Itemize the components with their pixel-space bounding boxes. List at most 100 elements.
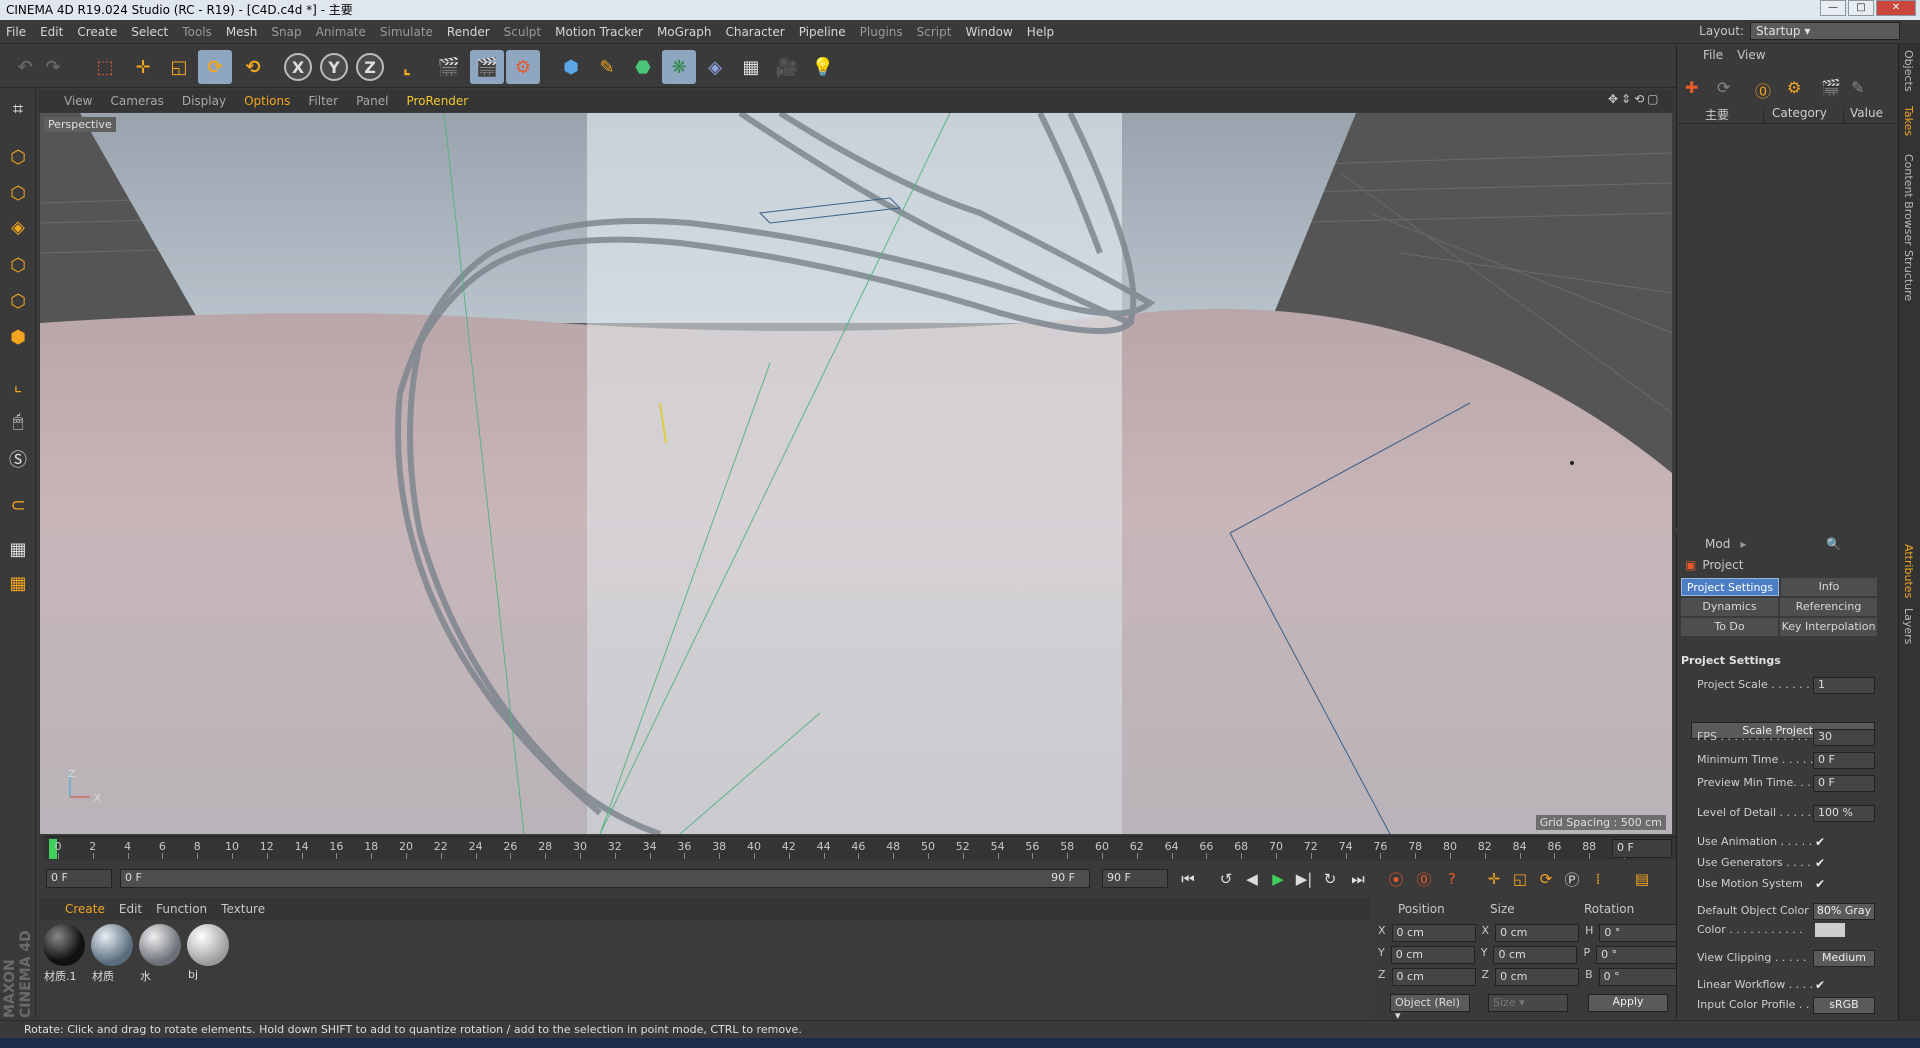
- y-axis-lock-icon[interactable]: Y: [320, 53, 348, 81]
- cloner-icon[interactable]: ❋: [662, 50, 696, 84]
- x-axis-lock-icon[interactable]: X: [284, 53, 312, 81]
- key-position-icon[interactable]: ✛: [1482, 868, 1506, 890]
- maximize-button[interactable]: □: [1848, 0, 1874, 16]
- default-color-dropdown[interactable]: 80% Gray: [1813, 903, 1875, 920]
- take-clone-icon[interactable]: ⟳: [1717, 78, 1730, 97]
- min-time-field[interactable]: 0 F: [1813, 752, 1875, 769]
- render-view-icon[interactable]: 🎬: [432, 50, 466, 84]
- menu-tools[interactable]: Tools: [182, 25, 212, 39]
- menu-plugins[interactable]: Plugins: [860, 25, 903, 39]
- next-key-icon[interactable]: ↻: [1318, 868, 1342, 890]
- side-tab-layers[interactable]: Layers: [1902, 608, 1915, 644]
- deformer-icon[interactable]: ◈: [698, 50, 732, 84]
- menu-file[interactable]: File: [6, 25, 26, 39]
- make-editable-icon[interactable]: ⌗: [3, 94, 33, 124]
- vp-menu-display[interactable]: Display: [182, 94, 226, 108]
- axis-mode-icon[interactable]: ⌞: [3, 370, 33, 400]
- key-pla-icon[interactable]: ⁞: [1586, 868, 1610, 890]
- override-icon[interactable]: ⚙: [1787, 78, 1801, 97]
- auto-take-icon[interactable]: ⓪: [1755, 78, 1771, 102]
- cube-icon[interactable]: ⬢: [554, 50, 588, 84]
- input-color-profile-dropdown[interactable]: sRGB: [1813, 997, 1875, 1014]
- tab-referencing[interactable]: Referencing: [1780, 598, 1877, 616]
- apply-button[interactable]: Apply: [1588, 994, 1668, 1012]
- key-rotation-icon[interactable]: ⟳: [1534, 868, 1558, 890]
- menu-help[interactable]: Help: [1027, 25, 1054, 39]
- obj-menu-view[interactable]: View: [1737, 48, 1765, 66]
- render-settings-icon[interactable]: ⚙: [506, 50, 540, 84]
- use-motion-checkbox[interactable]: ✔: [1815, 877, 1825, 891]
- end-frame-field[interactable]: 90 F: [1102, 869, 1168, 888]
- size-z-field[interactable]: 0 cm: [1495, 968, 1580, 986]
- prev-frame-icon[interactable]: ◀: [1240, 868, 1264, 890]
- lod-field[interactable]: 100 %: [1813, 805, 1875, 822]
- preview-min-field[interactable]: 0 F: [1813, 775, 1875, 792]
- record-icon[interactable]: ⦿: [1384, 868, 1408, 890]
- viewport-nav-icons[interactable]: ✥⇕⟲▢: [1608, 92, 1662, 106]
- camera-icon[interactable]: 🎥: [770, 50, 804, 84]
- col-category[interactable]: Category: [1763, 106, 1843, 123]
- start-frame-field[interactable]: 0 F: [46, 869, 112, 888]
- menu-pipeline[interactable]: Pipeline: [799, 25, 846, 39]
- timeline-window-icon[interactable]: ▤: [1630, 868, 1654, 890]
- menu-mograph[interactable]: MoGraph: [657, 25, 712, 39]
- size-x-field[interactable]: 0 cm: [1495, 924, 1580, 942]
- edges-mode-icon[interactable]: ⬡: [3, 286, 33, 316]
- obj-menu-file[interactable]: File: [1703, 48, 1723, 66]
- mat-menu-function[interactable]: Function: [156, 902, 207, 916]
- texture-mode-icon[interactable]: ⬡: [3, 178, 33, 208]
- color-swatch[interactable]: [1815, 923, 1845, 937]
- coord-mode-dropdown[interactable]: Object (Rel) ▾: [1390, 994, 1470, 1022]
- rotation-h-field[interactable]: 0 °: [1599, 924, 1684, 942]
- pen-spline-icon[interactable]: ✎: [590, 50, 624, 84]
- live-selection-icon[interactable]: ⬚: [88, 50, 122, 84]
- size-y-field[interactable]: 0 cm: [1493, 946, 1578, 964]
- menu-edit[interactable]: Edit: [40, 25, 63, 39]
- project-scale-field[interactable]: 1: [1813, 677, 1875, 694]
- vp-menu-view[interactable]: View: [64, 94, 92, 108]
- render-picture-viewer-icon[interactable]: 🎬: [470, 50, 504, 84]
- menu-character[interactable]: Character: [725, 25, 784, 39]
- vp-menu-options[interactable]: Options: [244, 94, 290, 108]
- next-frame-icon[interactable]: ▶|: [1292, 868, 1316, 890]
- menu-simulate[interactable]: Simulate: [380, 25, 433, 39]
- tab-project-settings[interactable]: Project Settings: [1681, 578, 1779, 596]
- side-tab-content-browser[interactable]: Content Browser: [1902, 154, 1915, 246]
- menu-window[interactable]: Window: [965, 25, 1012, 39]
- light-icon[interactable]: 💡: [806, 50, 840, 84]
- keyframe-selection-icon[interactable]: ?: [1440, 868, 1464, 890]
- col-main[interactable]: 主要: [1677, 106, 1763, 123]
- col-value[interactable]: Value: [1843, 106, 1883, 123]
- size-mode-dropdown[interactable]: Size ▾: [1488, 994, 1568, 1012]
- side-tab-attributes[interactable]: Attributes: [1902, 544, 1915, 598]
- menu-sculpt[interactable]: Sculpt: [504, 25, 541, 39]
- preview-range-slider[interactable]: 0 F 90 F: [120, 869, 1090, 888]
- vp-menu-filter[interactable]: Filter: [308, 94, 338, 108]
- mat-menu-texture[interactable]: Texture: [221, 902, 265, 916]
- material-item[interactable]: 材质.1: [42, 924, 86, 984]
- key-parameter-icon[interactable]: Ⓟ: [1560, 868, 1584, 890]
- use-generators-checkbox[interactable]: ✔: [1815, 856, 1825, 870]
- mat-menu-edit[interactable]: Edit: [119, 902, 142, 916]
- perspective-viewport[interactable]: Perspective Grid Spacing : 500 cm Z X: [40, 113, 1672, 834]
- coordinate-system-icon[interactable]: ⌞: [390, 50, 424, 84]
- tab-key-interpolation[interactable]: Key Interpolation: [1780, 618, 1877, 636]
- snap-magnet-icon[interactable]: ⊂: [3, 490, 33, 520]
- side-tab-structure[interactable]: Structure: [1902, 250, 1915, 301]
- menu-animate[interactable]: Animate: [316, 25, 366, 39]
- tweak-mode-icon[interactable]: 🖱: [3, 406, 33, 436]
- fps-field[interactable]: 30: [1813, 729, 1875, 746]
- goto-start-icon[interactable]: ⏮: [1176, 868, 1200, 890]
- position-y-field[interactable]: 0 cm: [1390, 946, 1475, 964]
- recent-tool-icon[interactable]: ⟲: [236, 50, 270, 84]
- take-lock-icon[interactable]: ✎: [1851, 78, 1864, 97]
- current-frame-field[interactable]: 0 F: [1612, 839, 1672, 858]
- side-tab-objects[interactable]: Objects: [1902, 50, 1915, 92]
- position-x-field[interactable]: 0 cm: [1391, 924, 1476, 942]
- tab-info[interactable]: Info: [1781, 578, 1877, 596]
- vp-menu-prorender[interactable]: ProRender: [406, 94, 468, 108]
- side-tab-takes[interactable]: Takes: [1902, 106, 1915, 136]
- attr-mode-menu[interactable]: Mod: [1705, 537, 1730, 551]
- model-mode-icon[interactable]: ⬡: [3, 142, 33, 172]
- vp-menu-cameras[interactable]: Cameras: [110, 94, 163, 108]
